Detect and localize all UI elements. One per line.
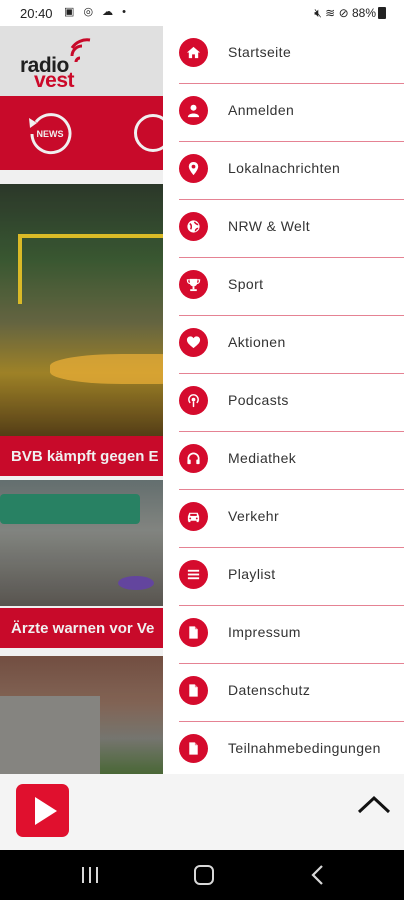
recents-button[interactable] — [82, 867, 98, 883]
menu-item-impressum[interactable]: Impressum — [163, 606, 404, 664]
dnd-icon: ⊘ — [338, 6, 349, 20]
heart-icon — [179, 328, 208, 357]
globe-icon — [179, 212, 208, 241]
podcast-icon — [179, 386, 208, 415]
drawer-scrim[interactable] — [0, 26, 163, 774]
menu-item-podcasts[interactable]: Podcasts — [163, 374, 404, 432]
play-button[interactable] — [16, 784, 69, 837]
menu-item-sport[interactable]: Sport — [163, 258, 404, 316]
person-icon — [179, 96, 208, 125]
back-button[interactable] — [308, 864, 328, 886]
menu-item-datenschutz[interactable]: Datenschutz — [163, 664, 404, 722]
document-icon — [179, 676, 208, 705]
home-button[interactable] — [194, 865, 214, 885]
menu-item-label: Lokalnachrichten — [228, 160, 341, 176]
menu-item-label: Playlist — [228, 566, 276, 582]
battery-icon — [378, 7, 386, 19]
car-icon — [179, 502, 208, 531]
menu-item-label: Verkehr — [228, 508, 280, 524]
headphones-icon — [179, 444, 208, 473]
menu-item-startseite[interactable]: Startseite — [163, 26, 404, 84]
menu-item-mediathek[interactable]: Mediathek — [163, 432, 404, 490]
menu-item-label: Datenschutz — [228, 682, 311, 698]
battery-percent: 88% — [351, 6, 376, 20]
document-icon — [179, 618, 208, 647]
status-right: 🔇︎ ≋ ⊘ 88% — [314, 6, 386, 21]
trophy-icon — [179, 270, 208, 299]
menu-item-label: Impressum — [228, 624, 301, 640]
menu-item-label: Anmelden — [228, 102, 295, 118]
menu-item-playlist[interactable]: Playlist — [163, 548, 404, 606]
menu-item-teilnahmebedingungen[interactable]: Teilnahmebedingungen — [163, 722, 404, 774]
play-icon — [35, 797, 57, 825]
menu-item-label: Mediathek — [228, 450, 297, 466]
menu-item-label: Sport — [228, 276, 264, 292]
menu-item-lokalnachrichten[interactable]: Lokalnachrichten — [163, 142, 404, 200]
system-navigation-bar — [0, 850, 404, 900]
location-pin-icon — [179, 154, 208, 183]
menu-item-label: Startseite — [228, 44, 292, 60]
menu-item-aktionen[interactable]: Aktionen — [163, 316, 404, 374]
status-bar: 20:40 ▣ ◎ ☁ • 🔇︎ ≋ ⊘ 88% — [0, 0, 404, 26]
menu-item-label: Podcasts — [228, 392, 289, 408]
menu-item-label: NRW & Welt — [228, 218, 311, 234]
mute-icon: 🔇︎ — [314, 6, 322, 20]
menu-item-label: Aktionen — [228, 334, 286, 350]
status-time: 20:40 — [20, 6, 53, 21]
navigation-drawer: Startseite Anmelden Lokalnachrichten NRW… — [163, 26, 404, 774]
menu-item-verkehr[interactable]: Verkehr — [163, 490, 404, 548]
notification-icons: ▣ ◎ ☁ • — [64, 6, 130, 18]
home-icon — [179, 38, 208, 67]
menu-item-anmelden[interactable]: Anmelden — [163, 84, 404, 142]
wifi-icon: ≋ — [325, 6, 336, 20]
player-bar — [0, 774, 404, 850]
document-icon — [179, 734, 208, 763]
menu-item-label: Teilnahmebedingungen — [228, 740, 381, 756]
menu-item-nrw-welt[interactable]: NRW & Welt — [163, 200, 404, 258]
list-icon — [179, 560, 208, 589]
chevron-up-icon[interactable] — [356, 790, 392, 820]
